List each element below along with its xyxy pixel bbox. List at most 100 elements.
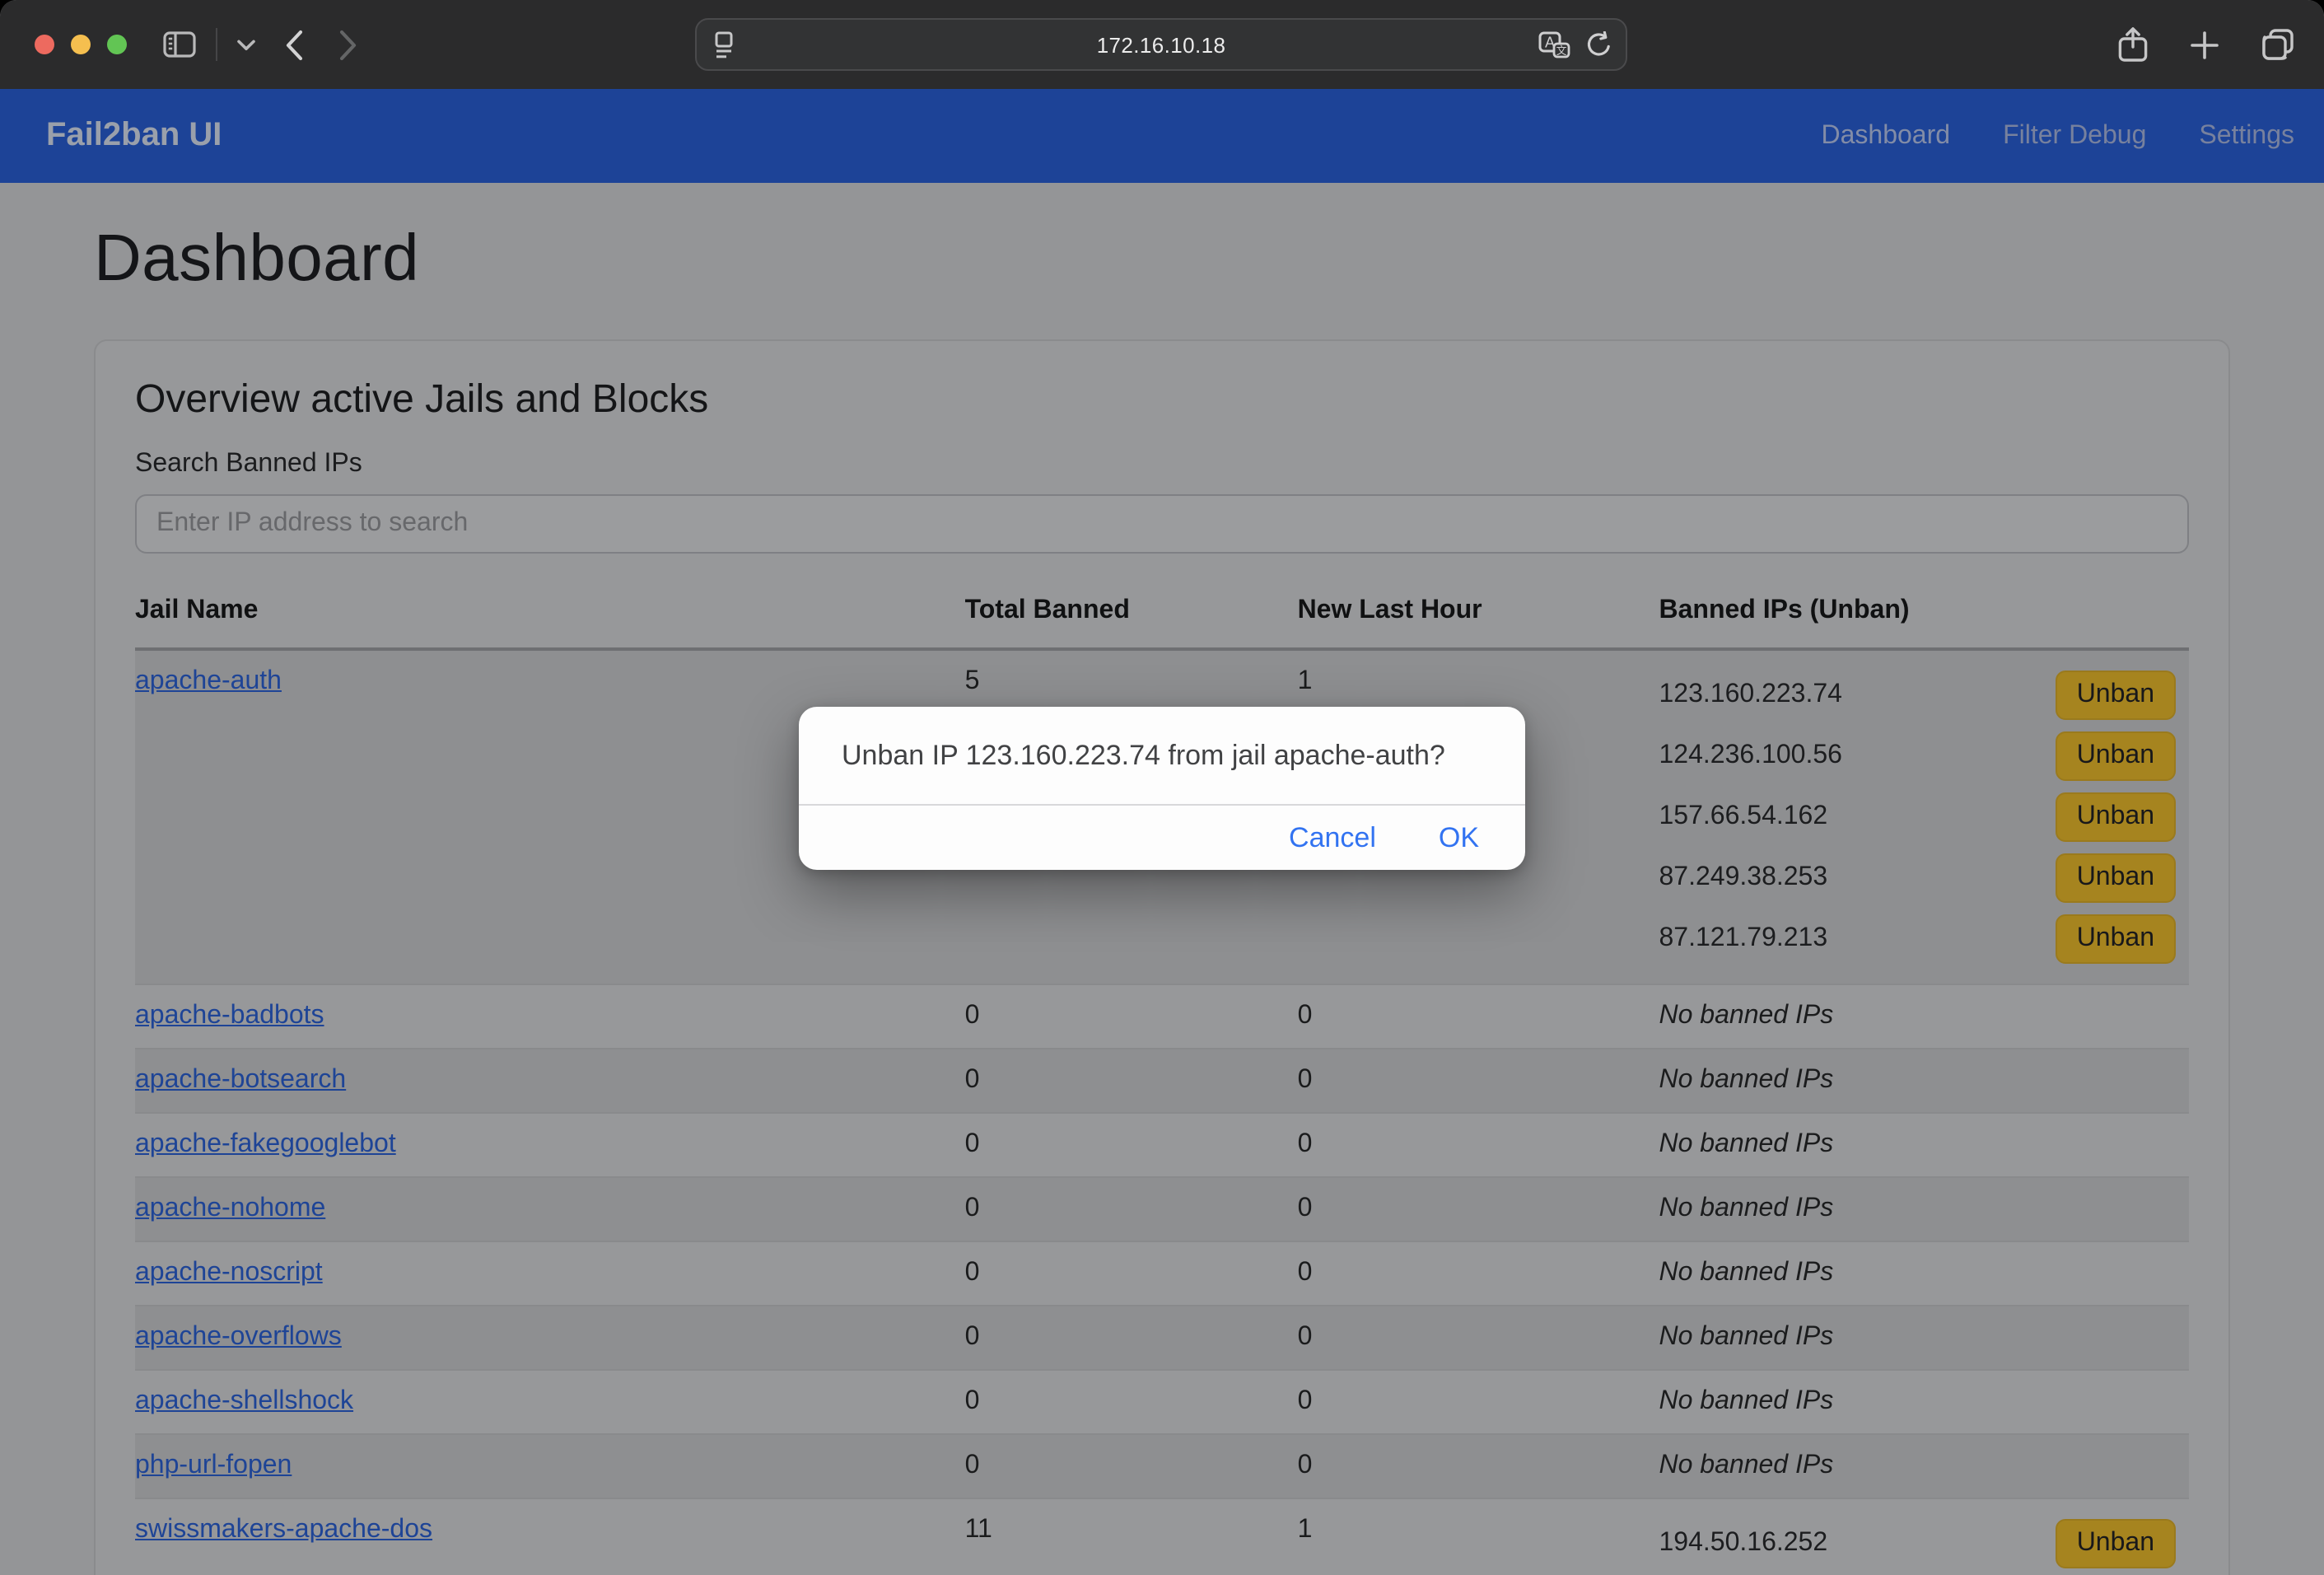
new-last-hour-value: 0 xyxy=(1298,984,1659,1049)
jail-name-link[interactable]: php-url-fopen xyxy=(135,1451,292,1479)
jail-name-link[interactable]: apache-badbots xyxy=(135,1002,324,1030)
jail-name-link[interactable]: apache-botsearch xyxy=(135,1066,346,1094)
no-banned-ips-text: No banned IPs xyxy=(1659,1451,1834,1479)
header-jail-name: Jail Name xyxy=(135,587,965,649)
unban-button[interactable]: Unban xyxy=(2056,731,2176,781)
nav-link-dashboard[interactable]: Dashboard xyxy=(1822,121,1951,151)
banned-ip-address: 157.66.54.162 xyxy=(1659,802,1828,832)
banned-ip-address: 123.160.223.74 xyxy=(1659,680,1842,710)
sidebar-toggle-icon[interactable] xyxy=(163,31,196,58)
new-last-hour-value: 0 xyxy=(1298,1113,1659,1177)
banned-ip-row: 194.50.16.252 Unban xyxy=(1659,1519,2177,1568)
banned-ip-row: 87.249.38.253 Unban xyxy=(1659,853,2177,903)
banned-ips-cell: 123.160.223.74 Unban 124.236.100.56 Unba… xyxy=(1659,649,2190,984)
jail-name-link[interactable]: swissmakers-apache-dos xyxy=(135,1516,432,1544)
new-last-hour-value: 0 xyxy=(1298,1049,1659,1113)
banned-ips-cell: No banned IPs xyxy=(1659,1434,2190,1498)
banned-ips-cell: No banned IPs xyxy=(1659,1049,2190,1113)
page-title: Dashboard xyxy=(94,222,2230,297)
banned-ips-cell: No banned IPs xyxy=(1659,1306,2190,1370)
nav-link-settings[interactable]: Settings xyxy=(2199,121,2294,151)
total-banned-value: 0 xyxy=(965,1049,1298,1113)
header-total-banned: Total Banned xyxy=(965,587,1298,649)
back-button[interactable] xyxy=(285,29,303,60)
no-banned-ips-text: No banned IPs xyxy=(1659,1259,1834,1287)
banned-ips-cell: 194.50.16.252 Unban xyxy=(1659,1498,2190,1575)
header-banned-ips: Banned IPs (Unban) xyxy=(1659,587,2190,649)
zoom-window-button[interactable] xyxy=(107,35,127,54)
total-banned-value: 11 xyxy=(965,1498,1298,1575)
search-input[interactable] xyxy=(135,494,2189,554)
banned-ip-address: 194.50.16.252 xyxy=(1659,1529,1828,1559)
total-banned-value: 0 xyxy=(965,1113,1298,1177)
chevron-down-icon[interactable] xyxy=(237,39,255,50)
unban-button[interactable]: Unban xyxy=(2056,671,2176,720)
confirm-dialog-message: Unban IP 123.160.223.74 from jail apache… xyxy=(799,707,1525,804)
share-icon[interactable] xyxy=(2118,26,2148,63)
navbar-links: Dashboard Filter Debug Settings xyxy=(1822,121,2295,151)
address-bar[interactable]: 172.16.10.18 A文 xyxy=(695,18,1627,71)
table-row: apache-fakegooglebot 0 0 No banned IPs xyxy=(135,1113,2189,1177)
translate-icon[interactable]: A文 xyxy=(1538,30,1571,58)
banned-ip-address: 87.249.38.253 xyxy=(1659,863,1828,893)
svg-text:文: 文 xyxy=(1556,44,1567,57)
close-window-button[interactable] xyxy=(35,35,54,54)
banned-ips-cell: No banned IPs xyxy=(1659,1177,2190,1241)
table-row: apache-shellshock 0 0 No banned IPs xyxy=(135,1370,2189,1434)
banned-ips-cell: No banned IPs xyxy=(1659,1241,2190,1306)
table-row: apache-noscript 0 0 No banned IPs xyxy=(135,1241,2189,1306)
new-tab-icon[interactable] xyxy=(2191,30,2219,58)
table-row: apache-nohome 0 0 No banned IPs xyxy=(135,1177,2189,1241)
confirm-dialog: Unban IP 123.160.223.74 from jail apache… xyxy=(799,707,1525,870)
banned-ips-cell: No banned IPs xyxy=(1659,984,2190,1049)
jail-name-link[interactable]: apache-noscript xyxy=(135,1259,323,1287)
total-banned-value: 0 xyxy=(965,1370,1298,1434)
jail-name-link[interactable]: apache-overflows xyxy=(135,1323,342,1351)
card-title: Overview active Jails and Blocks xyxy=(135,377,2189,423)
total-banned-value: 0 xyxy=(965,1241,1298,1306)
unban-button[interactable]: Unban xyxy=(2056,914,2176,964)
nav-link-filter-debug[interactable]: Filter Debug xyxy=(2003,121,2146,151)
minimize-window-button[interactable] xyxy=(71,35,91,54)
table-row: apache-overflows 0 0 No banned IPs xyxy=(135,1306,2189,1370)
table-row: apache-botsearch 0 0 No banned IPs xyxy=(135,1049,2189,1113)
new-last-hour-value: 1 xyxy=(1298,1498,1659,1575)
no-banned-ips-text: No banned IPs xyxy=(1659,1066,1834,1094)
app-navbar: Fail2ban UI Dashboard Filter Debug Setti… xyxy=(0,89,2324,183)
browser-toolbar: 172.16.10.18 A文 xyxy=(0,0,2324,89)
banned-ip-row: 123.160.223.74 Unban xyxy=(1659,671,2177,720)
new-last-hour-value: 0 xyxy=(1298,1434,1659,1498)
no-banned-ips-text: No banned IPs xyxy=(1659,1130,1834,1158)
banned-ips-cell: No banned IPs xyxy=(1659,1370,2190,1434)
app-brand[interactable]: Fail2ban UI xyxy=(46,117,222,155)
cancel-button[interactable]: Cancel xyxy=(1289,821,1376,854)
banned-ip-row: 157.66.54.162 Unban xyxy=(1659,792,2177,842)
tab-overview-icon[interactable] xyxy=(2261,28,2294,61)
banned-ip-address: 87.121.79.213 xyxy=(1659,924,1828,954)
jail-name-link[interactable]: apache-shellshock xyxy=(135,1387,353,1415)
jail-name-link[interactable]: apache-fakegooglebot xyxy=(135,1130,396,1158)
unban-button[interactable]: Unban xyxy=(2056,1519,2176,1568)
forward-button[interactable] xyxy=(339,29,357,60)
table-row: php-url-fopen 0 0 No banned IPs xyxy=(135,1434,2189,1498)
page-content: Dashboard Overview active Jails and Bloc… xyxy=(0,183,2324,1575)
total-banned-value: 0 xyxy=(965,984,1298,1049)
header-new-last-hour: New Last Hour xyxy=(1298,587,1659,649)
jails-overview-card: Overview active Jails and Blocks Search … xyxy=(94,339,2230,1575)
total-banned-value: 0 xyxy=(965,1306,1298,1370)
url-text[interactable]: 172.16.10.18 xyxy=(697,32,1626,57)
total-banned-value: 0 xyxy=(965,1177,1298,1241)
reload-icon[interactable] xyxy=(1586,30,1612,58)
jail-name-link[interactable]: apache-nohome xyxy=(135,1194,325,1222)
new-last-hour-value: 0 xyxy=(1298,1370,1659,1434)
banned-ip-row: 124.236.100.56 Unban xyxy=(1659,731,2177,781)
ok-button[interactable]: OK xyxy=(1439,821,1479,854)
unban-button[interactable]: Unban xyxy=(2056,792,2176,842)
jail-name-link[interactable]: apache-auth xyxy=(135,667,282,695)
traffic-lights xyxy=(35,35,127,54)
no-banned-ips-text: No banned IPs xyxy=(1659,1194,1834,1222)
page-format-icon[interactable] xyxy=(713,30,735,58)
total-banned-value: 0 xyxy=(965,1434,1298,1498)
unban-button[interactable]: Unban xyxy=(2056,853,2176,903)
table-row: swissmakers-apache-dos 11 1 194.50.16.25… xyxy=(135,1498,2189,1575)
